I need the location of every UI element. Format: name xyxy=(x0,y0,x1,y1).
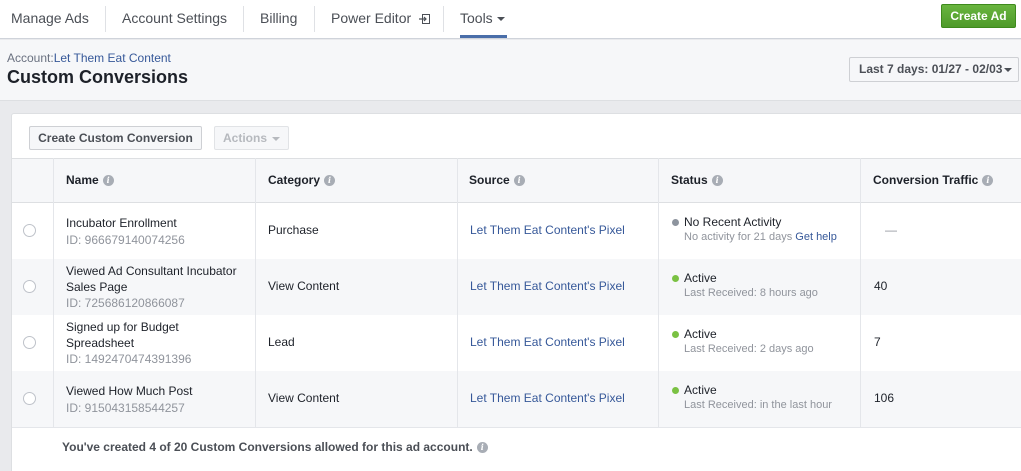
page-header: Account:Let Them Eat Content Custom Conv… xyxy=(0,40,1021,101)
nav-account-settings[interactable]: Account Settings xyxy=(122,0,227,38)
status-dot-icon xyxy=(672,387,679,394)
column-header-conversion-traffic[interactable]: Conversion Traffic i xyxy=(873,159,994,202)
row-source-link[interactable]: Let Them Eat Content's Pixel xyxy=(470,223,625,237)
nav-manage-ads[interactable]: Manage Ads xyxy=(11,0,89,38)
info-icon[interactable]: i xyxy=(476,442,488,454)
column-divider xyxy=(53,158,54,427)
create-ad-button[interactable]: Create Ad xyxy=(941,4,1016,28)
row-id: ID: 966679140074256 xyxy=(66,233,185,247)
page-title: Custom Conversions xyxy=(7,67,189,87)
open-external-icon xyxy=(419,14,431,25)
row-select-radio[interactable] xyxy=(23,336,36,349)
row-status-detail: Last Received: 8 hours ago xyxy=(684,287,818,299)
row-status-detail: Last Received: in the last hour xyxy=(684,399,832,411)
row-name-line-1: Viewed Ad Consultant Incubator xyxy=(66,264,237,278)
status-detail-text: No activity for 21 days xyxy=(684,231,793,243)
row-category: View Content xyxy=(268,279,340,293)
usage-summary: You've created 4 of 20 Custom Conversion… xyxy=(62,440,488,454)
row-traffic: 7 xyxy=(874,335,881,349)
actions-dropdown[interactable]: Actions xyxy=(214,126,289,150)
row-category: Purchase xyxy=(268,223,319,237)
nav-divider xyxy=(314,6,315,32)
row-id: ID: 915043158544257 xyxy=(66,401,185,415)
row-select-radio[interactable] xyxy=(23,392,36,405)
account-link[interactable]: Let Them Eat Content xyxy=(54,51,171,65)
status-dot-icon xyxy=(672,219,679,226)
nav-divider xyxy=(105,6,106,32)
column-header-label: Status xyxy=(671,173,708,187)
row-status: Active xyxy=(684,327,717,341)
nav-power-editor[interactable]: Power Editor xyxy=(331,0,431,38)
table-row[interactable]: Incubator Enrollment ID: 966679140074256… xyxy=(12,203,1021,259)
row-traffic: 106 xyxy=(874,391,895,405)
column-header-label: Name xyxy=(66,173,99,187)
info-icon[interactable]: i xyxy=(711,175,723,187)
column-header-status[interactable]: Status i xyxy=(671,159,723,202)
row-select-radio[interactable] xyxy=(23,224,36,237)
row-traffic: — xyxy=(885,223,897,237)
row-name: Viewed How Much Post xyxy=(66,384,193,398)
row-category: View Content xyxy=(268,391,340,405)
actions-label: Actions xyxy=(223,131,268,145)
info-icon[interactable]: i xyxy=(324,175,336,187)
table-row[interactable]: Viewed Ad Consultant Incubator Sales Pag… xyxy=(12,259,1021,315)
date-range-label: Last 7 days: 01/27 - 02/03 xyxy=(859,62,1003,76)
column-divider xyxy=(457,158,458,427)
row-name: Incubator Enrollment xyxy=(66,216,177,230)
account-prefix: Account: xyxy=(7,51,54,65)
date-range-selector[interactable]: Last 7 days: 01/27 - 02/03 xyxy=(849,57,1019,82)
chevron-down-icon xyxy=(272,136,281,141)
column-header-source[interactable]: Source i xyxy=(469,159,525,202)
row-id: ID: 1492470474391396 xyxy=(66,352,192,366)
row-source-link[interactable]: Let Them Eat Content's Pixel xyxy=(470,279,625,293)
row-name-line-2: Spreadsheet xyxy=(66,336,135,350)
info-icon[interactable]: i xyxy=(513,175,525,187)
breadcrumb: Account:Let Them Eat Content xyxy=(7,51,171,65)
info-icon[interactable]: i xyxy=(102,175,114,187)
row-name-line-1: Signed up for Budget xyxy=(66,320,179,334)
top-navigation: Manage Ads Account Settings Billing Powe… xyxy=(0,0,1021,39)
create-custom-conversion-button[interactable]: Create Custom Conversion xyxy=(29,126,202,150)
column-header-name[interactable]: Name i xyxy=(66,159,114,202)
row-name-line-2: Sales Page xyxy=(66,280,128,294)
status-dot-icon xyxy=(672,331,679,338)
row-status: Active xyxy=(684,271,717,285)
status-dot-icon xyxy=(672,275,679,282)
row-category: Lead xyxy=(268,335,295,349)
row-select-radio[interactable] xyxy=(23,280,36,293)
chevron-down-icon xyxy=(496,17,505,22)
column-divider xyxy=(255,158,256,427)
nav-tools-label: Tools xyxy=(460,10,493,26)
row-source-link[interactable]: Let Them Eat Content's Pixel xyxy=(470,335,625,349)
row-status: No Recent Activity xyxy=(684,215,782,229)
row-status-detail: Last Received: 2 days ago xyxy=(684,343,814,355)
nav-billing[interactable]: Billing xyxy=(260,0,297,38)
nav-divider xyxy=(443,6,444,32)
nav-divider xyxy=(243,6,244,32)
row-status-detail: No activity for 21 days Get help xyxy=(684,231,837,243)
table-row[interactable]: Signed up for Budget Spreadsheet ID: 149… xyxy=(12,315,1021,371)
table-header: Name i Category i Source i Status i Conversi… xyxy=(12,158,1021,203)
row-source-link[interactable]: Let Them Eat Content's Pixel xyxy=(470,391,625,405)
chevron-down-icon xyxy=(1004,68,1012,72)
row-status: Active xyxy=(684,383,717,397)
table-row[interactable]: Viewed How Much Post ID: 915043158544257… xyxy=(12,371,1021,427)
nav-tools[interactable]: Tools xyxy=(460,0,505,38)
column-divider xyxy=(860,158,861,427)
info-icon[interactable]: i xyxy=(982,175,994,187)
column-header-label: Category xyxy=(268,173,321,187)
row-id: ID: 725686120866087 xyxy=(66,296,185,310)
column-header-category[interactable]: Category i xyxy=(268,159,336,202)
get-help-link[interactable]: Get help xyxy=(795,231,837,243)
nav-power-editor-label: Power Editor xyxy=(331,10,412,26)
column-header-label: Source xyxy=(469,173,510,187)
row-traffic: 40 xyxy=(874,279,888,293)
column-header-label: Conversion Traffic xyxy=(873,173,979,187)
active-tab-indicator xyxy=(460,35,507,38)
column-divider xyxy=(658,158,659,427)
usage-summary-text: You've created 4 of 20 Custom Conversion… xyxy=(62,440,473,454)
